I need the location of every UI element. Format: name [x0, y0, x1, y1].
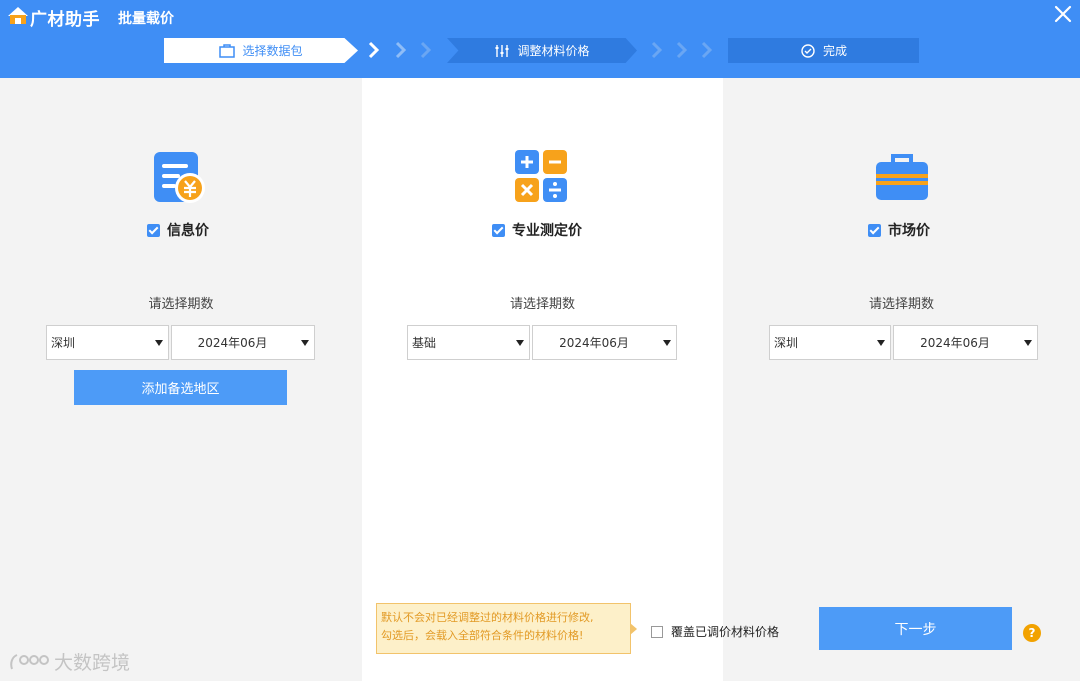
info-price-label: 信息价: [167, 223, 209, 239]
dropdown-arrow-icon: [663, 339, 671, 346]
market-price-checkbox[interactable]: [868, 223, 881, 237]
chevron-right-icon: [701, 41, 713, 59]
help-icon[interactable]: ?: [1023, 624, 1041, 642]
watermark-logo-icon: [10, 653, 49, 669]
app-logo-icon: [8, 7, 28, 24]
chevron-right-icon: [395, 41, 407, 59]
watermark-text: 大数跨境: [54, 652, 131, 674]
category-value: 基础: [412, 336, 437, 350]
chevron-right-icon: [676, 41, 688, 59]
region-value: 深圳: [774, 336, 799, 350]
check-circle-icon: [801, 43, 815, 58]
step-label: 选择数据包: [242, 44, 303, 58]
step-label: 完成: [822, 44, 847, 58]
next-button[interactable]: 下一步: [819, 607, 1012, 650]
watermark: 大数跨境: [8, 648, 130, 675]
add-region-button[interactable]: 添加备选地区: [74, 370, 287, 405]
sliders-icon: [495, 44, 509, 57]
dropdown-arrow-icon: [877, 339, 885, 346]
professional-price-checkbox[interactable]: [492, 223, 505, 237]
calculator-icon: [515, 150, 567, 202]
briefcase-icon: [876, 154, 928, 200]
period-value: 2024年06月: [197, 336, 268, 350]
override-checkbox-row[interactable]: 覆盖已调价材料价格: [651, 623, 779, 640]
info-price-checkbox[interactable]: [147, 223, 160, 237]
dropdown-arrow-icon: [301, 339, 309, 346]
period-select[interactable]: 2024年06月: [893, 325, 1038, 360]
period-label: 请选择期数: [148, 297, 214, 312]
market-price-label: 市场价: [888, 223, 930, 239]
period-value: 2024年06月: [559, 336, 629, 350]
market-price-checkbox-row[interactable]: 市场价: [868, 220, 930, 240]
step-adjust-prices: 调整材料价格: [447, 38, 637, 63]
period-select[interactable]: 2024年06月: [532, 325, 677, 360]
info-price-icon: [154, 152, 205, 203]
override-label: 覆盖已调价材料价格: [671, 625, 780, 639]
professional-price-label: 专业测定价: [512, 223, 582, 239]
chevron-right-icon: [651, 41, 663, 59]
info-price-checkbox-row[interactable]: 信息价: [147, 220, 209, 240]
dropdown-arrow-icon: [516, 339, 524, 346]
dropdown-arrow-icon: [1024, 339, 1032, 346]
chevron-right-icon: [420, 41, 432, 59]
step-label: 调整材料价格: [517, 44, 590, 58]
dropdown-arrow-icon: [155, 339, 163, 346]
close-icon[interactable]: [1052, 3, 1074, 25]
professional-price-checkbox-row[interactable]: 专业测定价: [492, 220, 582, 240]
step-complete: 完成: [728, 38, 919, 63]
market-price-panel: 市场价 请选择期数 深圳 2024年06月: [723, 78, 1080, 681]
package-icon: [219, 43, 236, 58]
category-select[interactable]: 基础: [407, 325, 530, 360]
chevron-right-icon: [368, 41, 380, 59]
step-select-package: 选择数据包: [164, 38, 358, 63]
period-label: 请选择期数: [509, 297, 575, 312]
period-value: 2024年06月: [920, 336, 990, 350]
professional-price-panel: 专业测定价 请选择期数 基础 2024年06月: [362, 78, 723, 681]
window-title: 批量载价: [118, 11, 174, 27]
app-name: 广材助手: [30, 10, 100, 30]
info-price-panel: 信息价 请选择期数 深圳 2024年06月 添加备选地区: [0, 78, 362, 681]
override-checkbox[interactable]: [651, 625, 663, 638]
tooltip-line-1: 默认不会对已经调整过的材料价格进行修改,: [381, 611, 594, 624]
region-value: 深圳: [51, 336, 76, 350]
period-select[interactable]: 2024年06月: [171, 325, 315, 360]
override-hint-tooltip: 默认不会对已经调整过的材料价格进行修改, 勾选后，会载入全部符合条件的材料价格!: [376, 603, 637, 654]
region-select[interactable]: 深圳: [46, 325, 169, 360]
period-label: 请选择期数: [868, 297, 934, 312]
tooltip-line-2: 勾选后，会载入全部符合条件的材料价格!: [381, 629, 584, 642]
region-select[interactable]: 深圳: [769, 325, 891, 360]
title-bar: 广材助手 批量载价 选择数据包 调整材料价格 完成: [0, 0, 1080, 78]
